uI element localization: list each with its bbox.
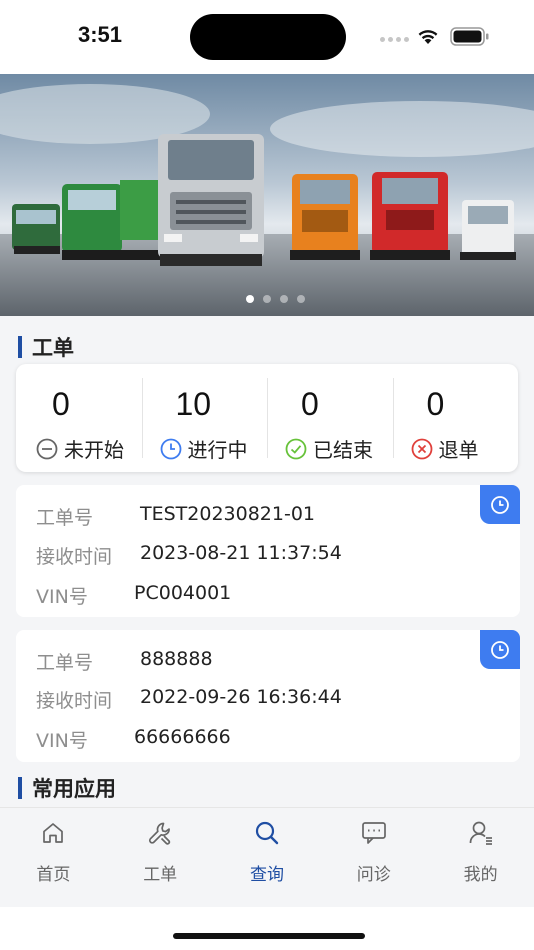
wifi-icon <box>418 30 438 44</box>
tab-home[interactable]: 首页 <box>0 808 107 907</box>
chat-icon <box>359 818 389 848</box>
user-icon <box>467 818 495 848</box>
clock-icon <box>480 485 520 524</box>
carousel-indicator[interactable] <box>0 295 534 303</box>
stat-count: 10 <box>175 386 212 422</box>
work-order-card[interactable]: 工单号 888888 接收时间 2022-09-26 16:36:44 VIN号… <box>16 630 520 762</box>
common-apps-heading: 常用应用 <box>18 773 116 803</box>
accent-bar <box>18 777 22 799</box>
trucks-banner-image <box>0 74 534 316</box>
tab-label: 我的 <box>463 865 498 885</box>
check-circle-icon <box>285 438 307 459</box>
vin-label: VIN号 <box>36 730 88 752</box>
received-time-label: 接收时间 <box>36 546 113 568</box>
stat-label: 进行中 <box>187 438 248 462</box>
work-orders-heading: 工单 <box>18 332 74 362</box>
battery-icon <box>450 27 489 46</box>
accent-bar <box>18 336 22 358</box>
stat-label: 未开始 <box>64 438 124 462</box>
carousel-dot-4[interactable] <box>296 295 305 303</box>
stat-in-progress[interactable]: 10 进行中 <box>141 364 268 472</box>
received-time: 2022-09-26 16:36:44 <box>140 686 342 708</box>
status-time: 3:51 <box>78 22 123 47</box>
clock-circle-icon <box>160 438 181 459</box>
vin-label: VIN号 <box>36 586 88 608</box>
home-icon <box>40 818 66 848</box>
received-time: 2023-08-21 11:37:54 <box>140 542 342 564</box>
tab-work-order[interactable]: 工单 <box>107 808 214 907</box>
stat-count: 0 <box>426 386 445 422</box>
minus-circle-icon <box>36 438 58 459</box>
order-number: 888888 <box>140 648 213 670</box>
tab-label: 首页 <box>36 865 71 885</box>
tab-label: 工单 <box>143 865 178 885</box>
dynamic-island <box>190 14 346 60</box>
home-indicator[interactable] <box>173 933 365 939</box>
work-orders-title: 工单 <box>32 336 74 360</box>
stat-finished[interactable]: 0 已结束 <box>267 364 393 472</box>
bottom-tab-bar: 首页 工单 查询 问诊 我的 <box>0 807 534 907</box>
cellular-signal-icon <box>380 37 409 42</box>
received-time-label: 接收时间 <box>36 690 113 712</box>
work-order-card[interactable]: 工单号 TEST20230821-01 接收时间 2023-08-21 11:3… <box>16 485 520 617</box>
search-icon <box>253 818 281 848</box>
stat-returned[interactable]: 0 退单 <box>392 364 519 472</box>
order-number-label: 工单号 <box>36 507 94 529</box>
common-apps-title: 常用应用 <box>32 777 116 801</box>
tab-mine[interactable]: 我的 <box>427 808 534 907</box>
vin-number: 66666666 <box>134 726 231 748</box>
stat-label: 已结束 <box>313 438 373 462</box>
x-circle-icon <box>411 438 432 459</box>
status-bar: 3:51 <box>0 0 534 74</box>
clock-icon <box>480 630 520 669</box>
tab-label: 查询 <box>249 865 284 885</box>
tab-consult[interactable]: 问诊 <box>320 808 427 907</box>
stat-label: 退单 <box>438 438 479 462</box>
vin-number: PC004001 <box>134 582 232 604</box>
wrench-icon <box>146 818 174 848</box>
carousel-dot-3[interactable] <box>279 295 288 303</box>
home-indicator-area <box>0 907 534 950</box>
tab-label: 问诊 <box>356 865 391 885</box>
tab-query[interactable]: 查询 <box>214 808 321 907</box>
order-number: TEST20230821-01 <box>140 503 316 525</box>
work-order-stats-card: 0 未开始 10 进行中 0 已结束 0 退单 <box>16 364 518 472</box>
carousel-dot-1[interactable] <box>245 295 254 303</box>
order-number-label: 工单号 <box>36 652 94 674</box>
carousel-dot-2[interactable] <box>262 295 271 303</box>
stat-count: 0 <box>52 386 70 422</box>
promo-banner[interactable] <box>0 74 534 316</box>
stat-not-started[interactable]: 0 未开始 <box>16 364 142 472</box>
stat-count: 0 <box>301 386 319 422</box>
